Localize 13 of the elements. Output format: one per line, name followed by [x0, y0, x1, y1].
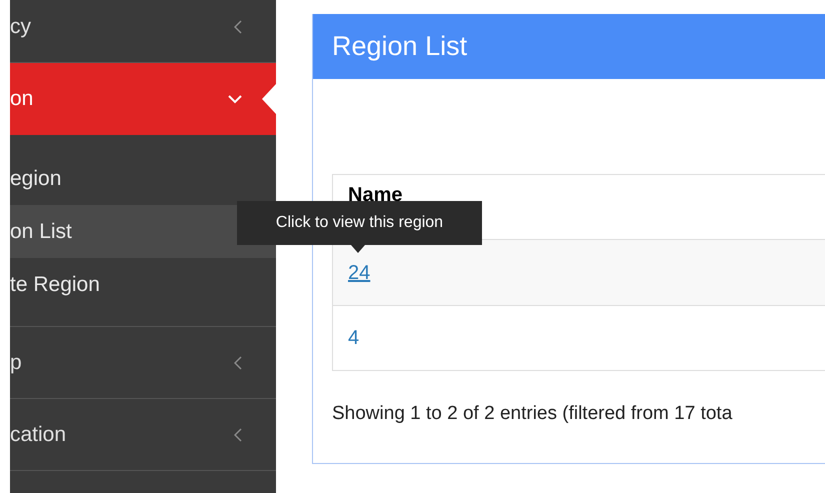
chevron-left-icon	[234, 356, 242, 370]
submenu-item[interactable]: te Region	[10, 258, 276, 311]
active-pointer-icon	[262, 84, 276, 114]
region-link[interactable]: 24	[348, 258, 370, 288]
chevron-left-icon	[234, 428, 242, 442]
chevron-down-icon	[228, 94, 242, 104]
tooltip: Click to view this region	[237, 201, 482, 245]
sidebar-menu-item[interactable]: on	[10, 63, 276, 135]
chevron-left-icon	[234, 20, 242, 34]
panel-title: Region List	[332, 30, 468, 64]
table-info: Showing 1 to 2 of 2 entries (filtered from 17 tota	[332, 402, 734, 426]
region-link[interactable]: 4	[348, 323, 360, 353]
tooltip-arrow-icon	[351, 245, 365, 253]
